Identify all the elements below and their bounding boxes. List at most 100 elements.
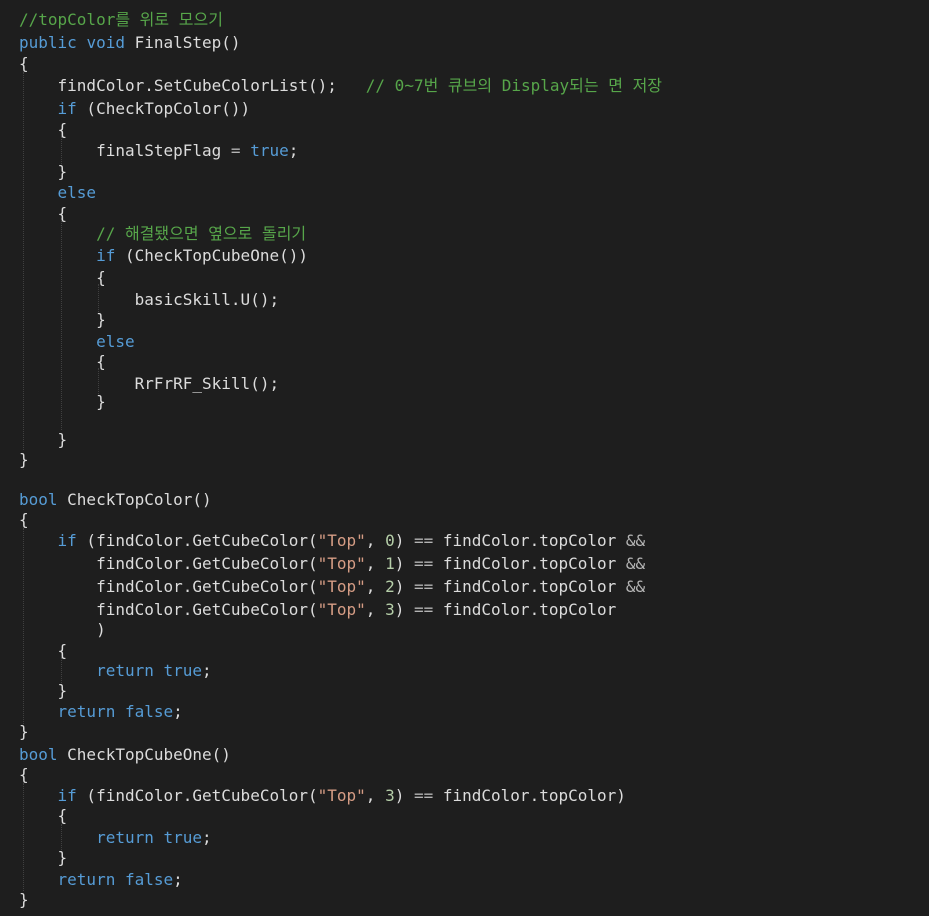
code-line[interactable]: finalStepFlag = true; xyxy=(19,141,298,161)
code-token: } xyxy=(19,722,29,741)
code-line[interactable]: } xyxy=(19,450,29,470)
code-token: , xyxy=(365,577,386,596)
code-line[interactable]: basicSkill.U(); xyxy=(19,290,280,310)
code-line[interactable]: { xyxy=(19,268,106,288)
code-line[interactable]: } xyxy=(19,848,68,868)
code-token: { xyxy=(19,54,29,73)
code-line[interactable]: return false; xyxy=(19,702,183,722)
code-token: { xyxy=(19,806,68,825)
code-line[interactable]: { xyxy=(19,510,29,530)
code-token: { xyxy=(19,204,68,223)
code-token: 3 xyxy=(385,786,395,805)
code-line[interactable]: RrFrRF_Skill(); xyxy=(19,374,280,394)
code-editor[interactable]: //topColor를 위로 모으기 public void FinalStep(… xyxy=(0,0,929,916)
code-line[interactable]: //topColor를 위로 모으기 xyxy=(19,10,223,30)
code-token: , xyxy=(365,531,386,550)
code-token: "Top" xyxy=(317,786,366,805)
code-line[interactable]: { xyxy=(19,765,29,785)
code-line[interactable]: else xyxy=(19,183,97,203)
code-token: RrFrRF_Skill(); xyxy=(19,374,280,393)
code-line[interactable]: { xyxy=(19,352,106,372)
code-token: findColor.GetCubeColor( xyxy=(19,554,318,573)
code-line[interactable]: if (findColor.GetCubeColor("Top", 3) == … xyxy=(19,786,626,806)
code-token: } xyxy=(19,890,29,909)
code-token: { xyxy=(19,352,106,371)
code-token: { xyxy=(19,641,68,660)
code-line[interactable]: bool CheckTopCubeOne() xyxy=(19,745,231,765)
code-token: "Top" xyxy=(317,577,366,596)
code-line[interactable]: } xyxy=(19,890,29,910)
code-token: ) xyxy=(394,786,414,805)
code-token: { xyxy=(19,765,29,784)
code-token: } xyxy=(19,681,68,700)
code-token: } xyxy=(19,430,68,449)
code-line[interactable]: findColor.GetCubeColor("Top", 1) == find… xyxy=(19,554,645,574)
code-line[interactable]: } xyxy=(19,162,68,182)
code-token: (findColor.GetCubeColor( xyxy=(76,531,318,550)
code-line[interactable]: return true; xyxy=(19,828,212,848)
code-line[interactable]: } xyxy=(19,430,68,450)
code-line[interactable]: } xyxy=(19,722,29,742)
code-line[interactable]: ) xyxy=(19,620,106,640)
code-line[interactable]: } xyxy=(19,392,106,412)
code-line[interactable]: if (findColor.GetCubeColor("Top", 0) == … xyxy=(19,531,646,551)
code-line[interactable]: return true; xyxy=(19,661,212,681)
code-token: ; xyxy=(288,141,299,160)
code-token: { xyxy=(19,120,68,139)
code-token: findColor.topColor xyxy=(433,554,626,573)
code-token: findColor.GetCubeColor( xyxy=(19,577,318,596)
code-token: ; xyxy=(202,661,212,680)
code-line[interactable]: { xyxy=(19,204,68,224)
code-line[interactable]: { xyxy=(19,54,29,74)
code-line[interactable]: if (CheckTopCubeOne()) xyxy=(19,246,308,266)
code-token: ) xyxy=(19,620,106,639)
code-token: public xyxy=(19,33,77,52)
code-token: ; xyxy=(202,828,212,847)
code-line[interactable]: findColor.SetCubeColorList(); // 0~7번 큐브… xyxy=(19,76,663,96)
code-line[interactable]: if (CheckTopColor()) xyxy=(19,99,251,119)
code-line[interactable]: findColor.GetCubeColor("Top", 2) == find… xyxy=(19,577,645,597)
code-token: bool xyxy=(19,745,58,764)
code-token: ; xyxy=(173,870,183,889)
code-token: true xyxy=(250,141,289,160)
code-line[interactable]: bool CheckTopColor() xyxy=(19,490,212,510)
code-line[interactable]: { xyxy=(19,641,68,661)
code-token: 2 xyxy=(385,577,395,596)
code-token: "Top" xyxy=(317,531,366,550)
code-token: && xyxy=(625,554,646,573)
code-token: , xyxy=(365,786,386,805)
code-token: return xyxy=(96,661,154,680)
code-line[interactable]: public void FinalStep() xyxy=(19,33,241,53)
code-line[interactable]: return false; xyxy=(19,870,183,890)
code-token: false xyxy=(124,870,174,889)
code-token: if xyxy=(57,786,77,805)
code-line[interactable]: // 해결됐으면 옆으로 돌리기 xyxy=(19,224,306,244)
code-line[interactable]: findColor.GetCubeColor("Top", 3) == find… xyxy=(19,600,616,620)
code-line[interactable]: else xyxy=(19,332,135,352)
code-token: findColor.SetCubeColorList(); xyxy=(19,76,366,95)
code-token: } xyxy=(19,162,68,181)
code-token: } xyxy=(19,848,68,867)
code-token: 0 xyxy=(385,531,395,550)
code-line[interactable]: } xyxy=(19,681,68,701)
code-token: FinalStep() xyxy=(124,33,241,52)
code-token: if xyxy=(57,99,77,118)
code-line[interactable]: } xyxy=(19,310,106,330)
code-line[interactable]: { xyxy=(19,120,68,140)
code-token: //topColor를 위로 모으기 xyxy=(19,10,223,29)
code-token: return xyxy=(57,870,116,889)
code-line[interactable]: { xyxy=(19,806,68,826)
code-token: ) xyxy=(394,554,414,573)
code-token: findColor.topColor xyxy=(433,531,626,550)
code-token: false xyxy=(124,702,174,721)
code-token: "Top" xyxy=(317,600,366,619)
code-token: , xyxy=(365,600,386,619)
